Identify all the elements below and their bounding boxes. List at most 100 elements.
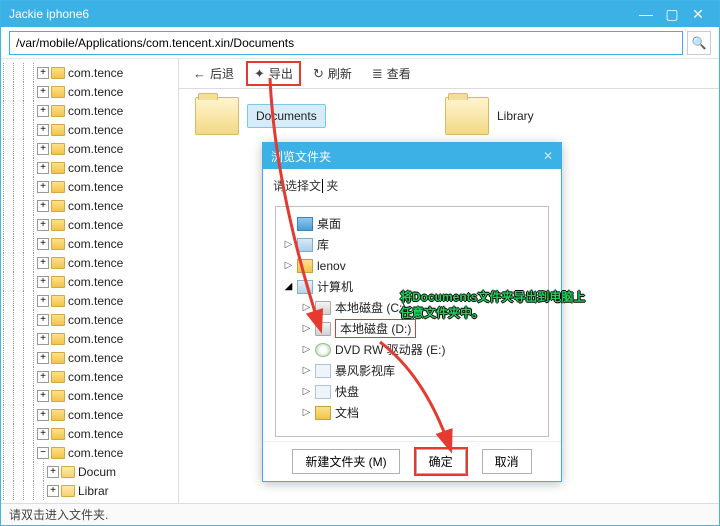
tree-item-label: com.tence [68, 85, 123, 99]
app-icon [315, 385, 331, 399]
refresh-icon: ↻ [313, 66, 324, 82]
expand-icon[interactable]: + [37, 352, 49, 364]
back-button[interactable]: ← 后退 [187, 63, 240, 84]
desktop-icon [297, 217, 313, 231]
export-icon: ✦ [254, 66, 265, 82]
expand-icon[interactable]: + [37, 86, 49, 98]
expand-icon[interactable]: + [37, 124, 49, 136]
expand-icon[interactable]: + [37, 238, 49, 250]
tree-item[interactable]: + com.tence [3, 82, 176, 101]
tree-node-libraries[interactable]: ▷ 库 [280, 234, 544, 255]
tree-item[interactable]: +com.tence [3, 63, 176, 82]
tree-item[interactable]: + com.tence [3, 253, 176, 272]
expand-icon[interactable]: + [37, 371, 49, 383]
tree-item[interactable]: +com.tence [3, 367, 176, 386]
tree-node-wendang[interactable]: ▷ 文档 [280, 402, 544, 423]
folder-icon [51, 314, 65, 326]
tree-item[interactable]: +com.tence [3, 101, 176, 120]
export-button[interactable]: ✦ 导出 [248, 63, 299, 84]
tree-item-label: com.tence [68, 218, 123, 232]
tree-node-desktop[interactable]: 桌面 [280, 213, 544, 234]
tree-item[interactable]: + com.tence [3, 348, 176, 367]
expand-icon[interactable]: + [37, 143, 49, 155]
refresh-label: 刷新 [328, 65, 352, 82]
expand-icon[interactable]: + [47, 466, 59, 478]
tree-node-lenovo[interactable]: ▷ lenov [280, 255, 544, 276]
refresh-button[interactable]: ↻ 刷新 [307, 63, 358, 84]
tree-item[interactable]: +com.tence [3, 196, 176, 215]
search-icon[interactable]: 🔍 [687, 31, 711, 55]
maximize-button[interactable]: ▢ [659, 6, 685, 23]
expand-icon[interactable]: + [37, 105, 49, 117]
tree-item-label: com.tence [68, 275, 123, 289]
expand-icon[interactable]: + [37, 67, 49, 79]
view-button[interactable]: ≣ 查看 [366, 63, 417, 84]
dialog-close-icon[interactable]: ✕ [543, 149, 553, 163]
dvd-icon [315, 343, 331, 357]
folder-icon [51, 143, 65, 155]
tree-item[interactable]: +com.tence [3, 329, 176, 348]
library-icon [297, 238, 313, 252]
folder-documents-label: Documents [247, 104, 326, 128]
folder-documents[interactable]: Documents [195, 97, 385, 135]
tree-item[interactable]: + com.tence [3, 177, 176, 196]
expand-icon[interactable]: + [37, 428, 49, 440]
toolbar: ← 后退 ✦ 导出 ↻ 刷新 ≣ 查看 [179, 59, 719, 89]
tree-item-label: com.tence [68, 313, 123, 327]
tree-item[interactable]: + com.tence [3, 215, 176, 234]
export-label: 导出 [269, 65, 293, 82]
drive-icon [315, 322, 331, 336]
folder-icon [51, 200, 65, 212]
expand-icon[interactable]: + [37, 181, 49, 193]
status-bar: 请双击进入文件夹. [1, 503, 719, 525]
tree-item[interactable]: + com.tence [3, 291, 176, 310]
expand-icon[interactable]: + [37, 333, 49, 345]
minimize-button[interactable]: — [633, 6, 659, 22]
path-input[interactable] [9, 31, 683, 55]
folder-icon [445, 97, 489, 135]
tree-item[interactable]: +com.tence [3, 120, 176, 139]
expand-icon[interactable]: + [37, 390, 49, 402]
expand-icon[interactable]: + [37, 200, 49, 212]
close-button[interactable]: ✕ [685, 6, 711, 23]
expand-icon[interactable]: + [37, 257, 49, 269]
cancel-button[interactable]: 取消 [482, 449, 532, 474]
tree-node-kuaipan[interactable]: ▷ 快盘 [280, 381, 544, 402]
folder-library[interactable]: Library [445, 97, 635, 135]
ok-button[interactable]: 确定 [416, 449, 466, 474]
tree-item[interactable]: + com.tence [3, 272, 176, 291]
folder-icon [51, 352, 65, 364]
tree-item-label: com.tence [68, 180, 123, 194]
folder-icon [51, 276, 65, 288]
tree-item[interactable]: −com.tence [3, 443, 176, 462]
tree-item[interactable]: + com.tence [3, 310, 176, 329]
tree-item[interactable]: +com.tence [3, 234, 176, 253]
expand-icon[interactable]: + [47, 485, 59, 497]
tree-item-label: com.tence [68, 256, 123, 270]
folder-icon [51, 447, 65, 459]
expand-icon[interactable]: + [37, 276, 49, 288]
expand-icon[interactable]: + [37, 295, 49, 307]
expand-icon[interactable]: + [37, 219, 49, 231]
sidebar-tree[interactable]: + com.tence + com.tence + com.tence + com.tence… [1, 59, 179, 503]
expand-icon[interactable]: + [37, 314, 49, 326]
titlebar[interactable]: Jackie iphone6 — ▢ ✕ [1, 1, 719, 27]
new-folder-button[interactable]: 新建文件夹 (M) [292, 449, 399, 474]
tree-item-child[interactable]: +Docum [3, 462, 176, 481]
tree-item[interactable]: +com.tence [3, 158, 176, 177]
tree-node-baofeng[interactable]: ▷ 暴风影视库 [280, 360, 544, 381]
tree-item-child[interactable]: +Librar [3, 481, 176, 500]
tree-item-label: com.tence [68, 351, 123, 365]
expand-icon[interactable]: + [37, 409, 49, 421]
expand-icon[interactable]: − [37, 447, 49, 459]
tree-node-dvd[interactable]: ▷ DVD RW 驱动器 (E:) [280, 339, 544, 360]
tree-item-label: com.tence [68, 294, 123, 308]
tree-item[interactable]: +com.tence [3, 424, 176, 443]
tree-item[interactable]: + com.tence [3, 386, 176, 405]
tree-item[interactable]: +com.tence [3, 139, 176, 158]
folder-icon [195, 97, 239, 135]
expand-icon[interactable]: + [37, 162, 49, 174]
tree-item-label: com.tence [68, 389, 123, 403]
tree-item[interactable]: +com.tence [3, 405, 176, 424]
dialog-titlebar[interactable]: 浏览文件夹 ✕ [263, 143, 561, 169]
